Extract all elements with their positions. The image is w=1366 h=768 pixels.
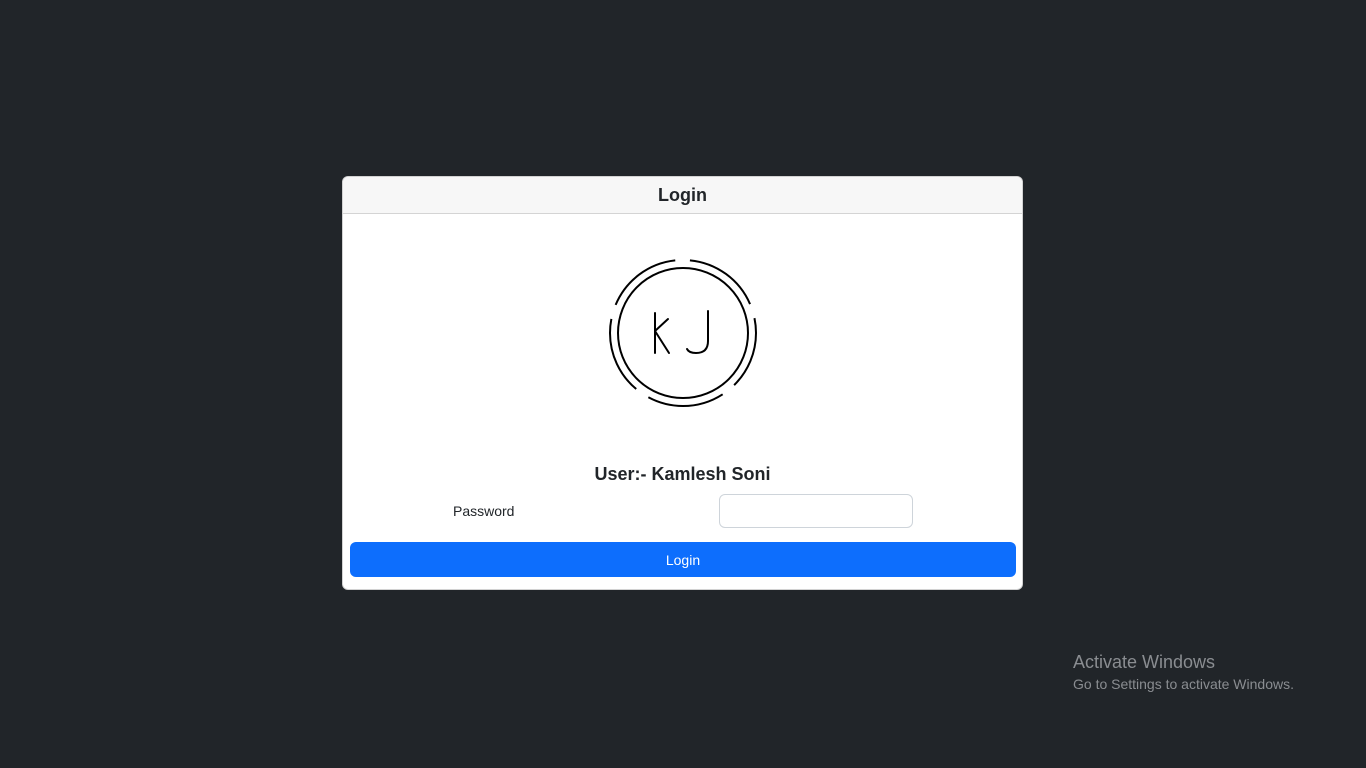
login-card: Login User:- Kamlesh Soni Password Login — [342, 176, 1023, 590]
windows-activation-watermark: Activate Windows Go to Settings to activ… — [1073, 651, 1294, 694]
password-input[interactable] — [719, 494, 913, 528]
card-title: Login — [658, 184, 707, 205]
user-name-label: User:- Kamlesh Soni — [594, 464, 771, 484]
watermark-subtitle: Go to Settings to activate Windows. — [1073, 676, 1294, 692]
kj-monogram-logo-svg — [609, 259, 757, 407]
watermark-title: Activate Windows — [1073, 652, 1216, 672]
login-button[interactable]: Login — [350, 542, 1016, 577]
password-label: Password — [453, 503, 515, 519]
kj-logo — [607, 257, 759, 409]
card-header: Login — [343, 177, 1022, 214]
